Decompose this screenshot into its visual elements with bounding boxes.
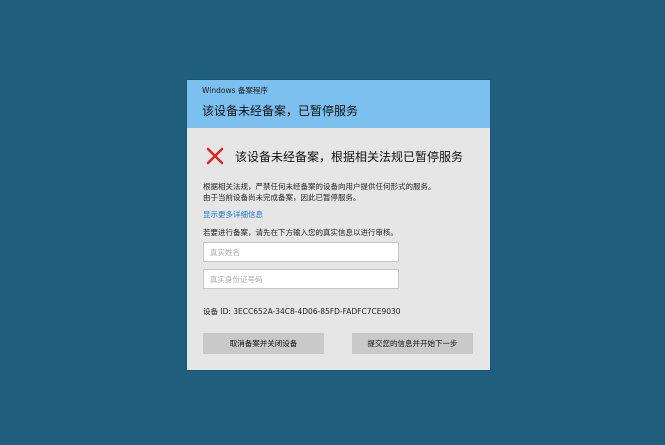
error-row: 该设备未经备案，根据相关法规已暂停服务 — [205, 146, 463, 166]
app-name: Windows 备案程序 — [202, 86, 268, 95]
description: 根据相关法规，严禁任何未经备案的设备向用户提供任何形式的服务。 由于当前设备尚未… — [203, 181, 483, 203]
dialog-header: Windows 备案程序 该设备未经备案，已暂停服务 — [187, 80, 490, 128]
submit-info-button[interactable]: 提交您的信息并开始下一步 — [352, 333, 473, 354]
device-id: 设备 ID: 3ECC652A-34C8-4D06-85FD-FADFC7CE9… — [203, 307, 401, 316]
instruction-text: 若要进行备案，请先在下方输入您的真实信息以进行审核。 — [203, 228, 398, 237]
real-name-input[interactable] — [203, 242, 399, 262]
description-line: 由于当前设备尚未完成备案，因此已暂停服务。 — [203, 193, 361, 202]
description-line: 根据相关法规，严禁任何未经备案的设备向用户提供任何形式的服务。 — [203, 182, 436, 191]
more-info-link[interactable]: 显示更多详细信息 — [203, 209, 263, 220]
close-x-icon — [206, 147, 224, 165]
cancel-registration-button[interactable]: 取消备案并关闭设备 — [203, 333, 324, 354]
id-number-input[interactable] — [203, 269, 399, 289]
error-title: 该设备未经备案，根据相关法规已暂停服务 — [235, 149, 464, 164]
header-title: 该设备未经备案，已暂停服务 — [202, 104, 359, 118]
desktop-background: Windows 备案程序 该设备未经备案，已暂停服务 该设备未经备案，根据相关法… — [0, 0, 665, 445]
registration-dialog: Windows 备案程序 该设备未经备案，已暂停服务 该设备未经备案，根据相关法… — [187, 80, 490, 370]
